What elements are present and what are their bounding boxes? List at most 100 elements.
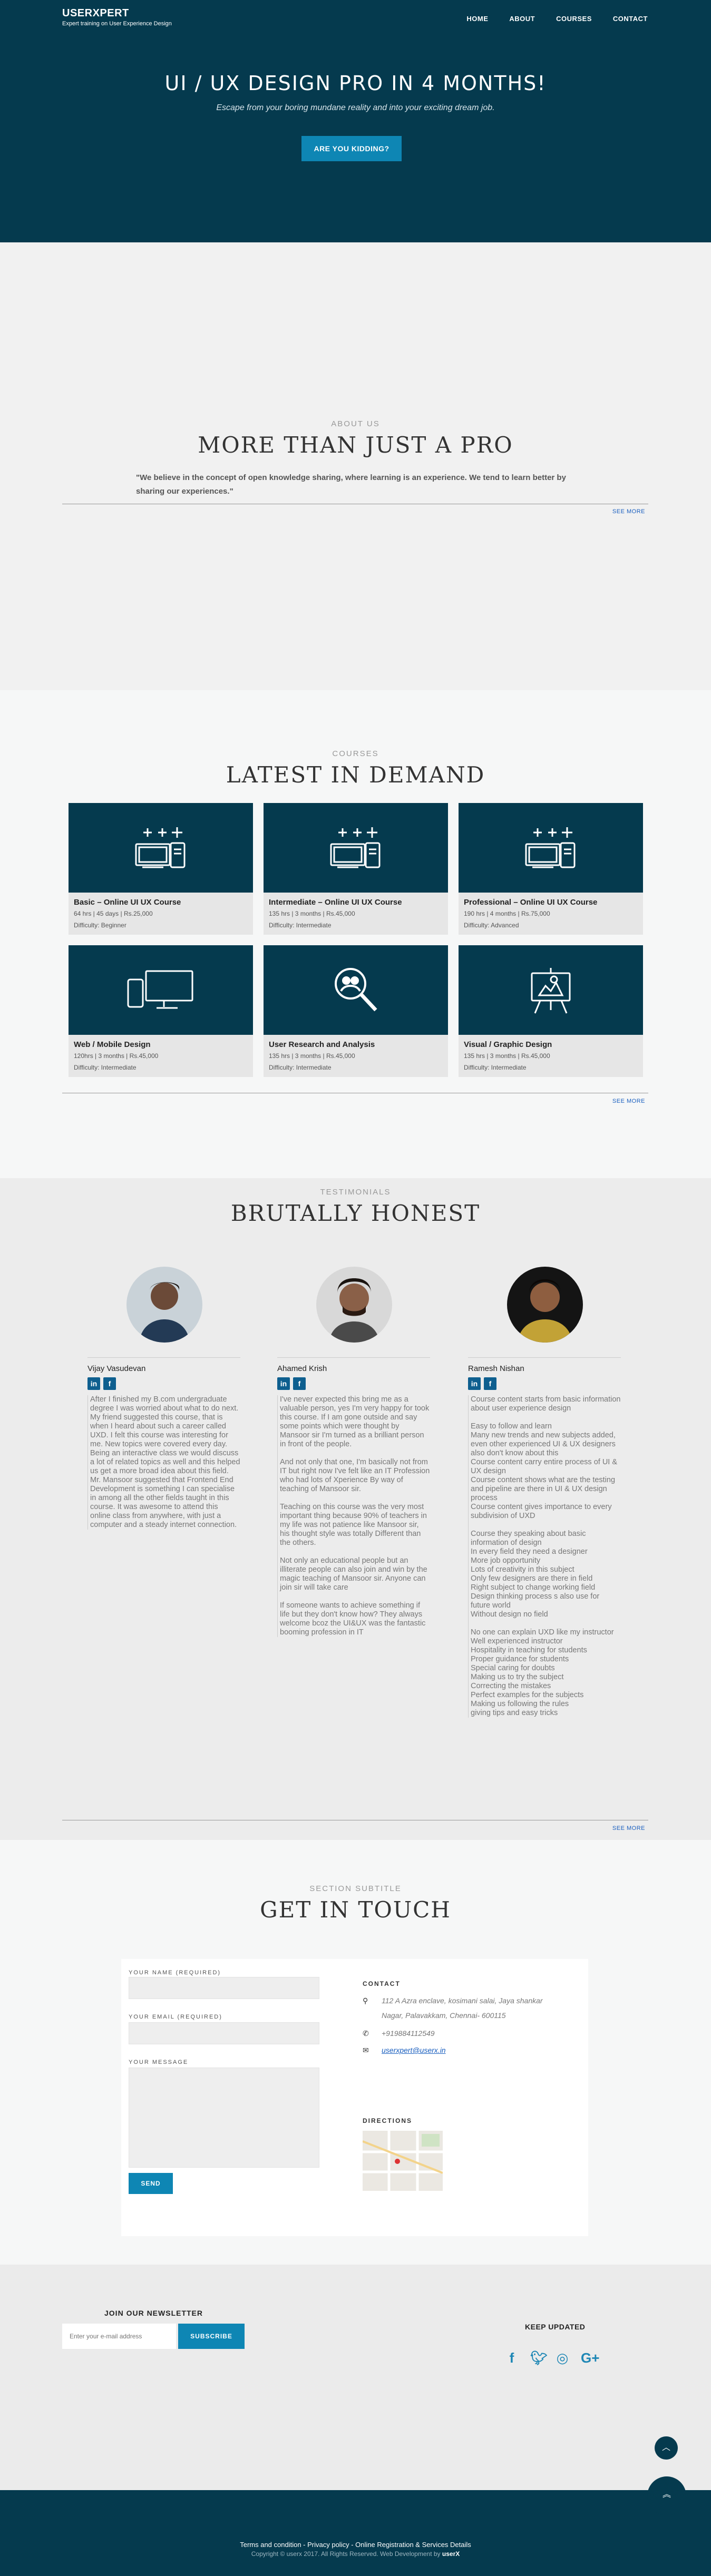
nav-contact[interactable]: CONTACT — [613, 15, 648, 23]
facebook-icon[interactable]: f — [103, 1377, 116, 1390]
footer: ︽ Terms and condition - Privacy policy -… — [0, 2476, 711, 2576]
keep-updated-heading: KEEP UPDATED — [525, 2323, 586, 2331]
about-subtitle: ABOUT US — [331, 419, 380, 428]
course-meta: 135 hrs | 3 months | Rs.45,000 — [269, 910, 355, 917]
send-button[interactable]: SEND — [129, 2173, 173, 2194]
course-title: Basic – Online UI UX Course — [74, 898, 181, 907]
course-difficulty: Difficulty: Intermediate — [74, 1064, 137, 1071]
address: Nagar, Palavakkam, Chennai- 600115 — [363, 2009, 506, 2023]
avatar — [507, 1267, 583, 1343]
copyright-brand[interactable]: userX — [442, 2550, 460, 2558]
course-card[interactable]: Basic – Online UI UX Course 64 hrs | 45 … — [69, 803, 253, 935]
course-card[interactable]: Web / Mobile Design 120hrs | 3 months | … — [69, 945, 253, 1077]
courses-see-more-link[interactable]: SEE MORE — [612, 1098, 645, 1104]
graphic-easel-icon — [531, 968, 571, 1014]
course-title: Professional – Online UI UX Course — [464, 898, 598, 907]
instagram-icon[interactable]: ◎ — [556, 2350, 569, 2366]
course-difficulty: Difficulty: Beginner — [74, 922, 126, 929]
newsletter-email-input[interactable] — [62, 2324, 176, 2349]
course-meta: 135 hrs | 3 months | Rs.45,000 — [269, 1052, 355, 1060]
google-plus-icon[interactable]: G+ — [581, 2350, 599, 2366]
nav-about[interactable]: ABOUT — [509, 15, 535, 23]
avatar — [126, 1267, 202, 1343]
brand-name: USERXPERT — [62, 7, 129, 19]
testimonial-name: Ahamed Krish — [277, 1364, 327, 1373]
hero-cta-button[interactable]: ARE YOU KIDDING? — [301, 136, 402, 161]
email-link[interactable]: userxpert@userx.in — [382, 2043, 446, 2058]
course-title: User Research and Analysis — [269, 1040, 375, 1049]
course-difficulty: Difficulty: Intermediate — [269, 922, 332, 929]
nav-courses[interactable]: COURSES — [556, 15, 592, 23]
courses-section: COURSES LATEST IN DEMAND Basic – Online … — [0, 690, 711, 1178]
course-meta: 120hrs | 3 months | Rs.45,000 — [74, 1052, 159, 1060]
research-magnifier-icon — [335, 968, 377, 1012]
courses-title: LATEST IN DEMAND — [226, 762, 485, 788]
course-title: Web / Mobile Design — [74, 1040, 151, 1049]
testimonial: Ramesh Nishan in f Course content starts… — [468, 1357, 621, 1718]
course-difficulty: Difficulty: Intermediate — [269, 1064, 332, 1071]
course-card-image — [69, 945, 253, 1035]
back-to-top-icon[interactable]: ︽ — [647, 2476, 686, 2515]
hero-section: USERXPERT Expert training on User Experi… — [0, 0, 711, 242]
linkedin-icon[interactable]: in — [87, 1377, 100, 1390]
courses-subtitle: COURSES — [332, 749, 379, 758]
email-field[interactable] — [129, 2022, 319, 2044]
devices-plus-icon — [330, 827, 381, 868]
linkedin-icon[interactable]: in — [468, 1377, 481, 1390]
course-difficulty: Difficulty: Advanced — [464, 922, 519, 929]
copyright: Copyright © userx 2017. All Rights Reser… — [0, 2550, 711, 2558]
responsive-devices-icon — [127, 970, 193, 1009]
testimonials-section: TESTIMONIALS BRUTALLY HONEST Vijay Vasud… — [0, 1178, 711, 1840]
newsletter-title: JOIN OUR NEWSLETTER — [104, 2309, 203, 2317]
course-card-image — [459, 945, 643, 1035]
brand-logo[interactable]: USERXPERT Expert training on User Experi… — [62, 7, 172, 27]
facebook-icon[interactable]: f — [484, 1377, 496, 1390]
testimonials-see-more-link[interactable]: SEE MORE — [612, 1825, 645, 1831]
address-line-1: 112 A Azra enclave, kosimani salai, Jaya… — [382, 1996, 543, 2005]
course-title: Visual / Graphic Design — [464, 1040, 552, 1049]
facebook-icon[interactable]: f — [505, 2350, 519, 2366]
directions-heading: DIRECTIONS — [363, 2117, 413, 2124]
contact-heading: CONTACT — [363, 1980, 401, 1987]
twitter-icon[interactable]: 🐦︎ — [530, 2350, 548, 2366]
course-meta: 190 hrs | 4 months | Rs.75,000 — [464, 910, 550, 917]
about-quote: "We believe in the concept of open knowl… — [136, 473, 566, 496]
course-card[interactable]: User Research and Analysis 135 hrs | 3 m… — [264, 945, 448, 1077]
contact-title: GET IN TOUCH — [260, 1897, 451, 1923]
nav-home[interactable]: HOME — [466, 15, 488, 23]
course-card[interactable]: Visual / Graphic Design 135 hrs | 3 mont… — [459, 945, 643, 1077]
email-label: YOUR EMAIL (REQUIRED) — [129, 2014, 222, 2020]
facebook-icon[interactable]: f — [293, 1377, 306, 1390]
course-card[interactable]: Professional – Online UI UX Course 190 h… — [459, 803, 643, 935]
contact-subtitle: SECTION SUBTITLE — [309, 1884, 402, 1893]
testimonial-name: Vijay Vasudevan — [87, 1364, 146, 1373]
phone: ✆ +919884112549 — [363, 2026, 435, 2041]
testimonial-text: I've never expected this bring me as a v… — [277, 1395, 430, 1637]
course-card-image — [69, 803, 253, 893]
about-title: MORE THAN JUST A PRO — [198, 432, 513, 458]
testimonial-name: Ramesh Nishan — [468, 1364, 524, 1373]
footer-links[interactable]: Terms and condition - Privacy policy - O… — [0, 2541, 711, 2549]
testimonial-text: After I finished my B.com undergraduate … — [87, 1395, 240, 1530]
directions-map[interactable] — [363, 2131, 443, 2191]
subscribe-button[interactable]: SUBSCRIBE — [178, 2324, 245, 2349]
main-nav: HOME ABOUT COURSES CONTACT — [466, 15, 648, 23]
course-meta: 135 hrs | 3 months | Rs.45,000 — [464, 1052, 550, 1060]
course-card-image — [264, 803, 448, 893]
name-field[interactable] — [129, 1977, 319, 1999]
course-card[interactable]: Intermediate – Online UI UX Course 135 h… — [264, 803, 448, 935]
testimonials-title: BRUTALLY HONEST — [230, 1200, 481, 1226]
brand-tagline: Expert training on User Experience Desig… — [62, 21, 172, 27]
location-pin-icon: ⚲ — [363, 1996, 368, 2005]
scroll-up-icon[interactable]: ︿ — [655, 2436, 678, 2460]
phone-icon: ✆ — [363, 2029, 369, 2038]
envelope-icon: ✉ — [363, 2046, 369, 2054]
about-see-more-link[interactable]: SEE MORE — [612, 508, 645, 515]
course-difficulty: Difficulty: Intermediate — [464, 1064, 527, 1071]
message-field[interactable] — [129, 2068, 319, 2168]
course-card-image — [459, 803, 643, 893]
linkedin-icon[interactable]: in — [277, 1377, 290, 1390]
hero-title: UI / UX DESIGN PRO IN 4 MONTHS! — [164, 72, 547, 95]
testimonials-subtitle: TESTIMONIALS — [320, 1188, 391, 1197]
testimonial: Vijay Vasudevan in f After I finished my… — [87, 1357, 240, 1530]
